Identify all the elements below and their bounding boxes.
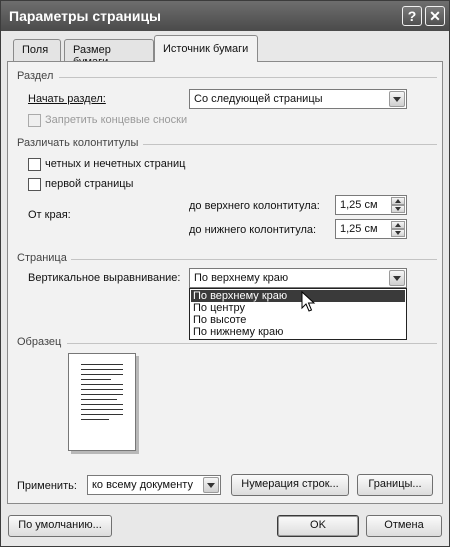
odd-even-label: четных и нечетных страниц (45, 158, 186, 170)
chevron-down-icon[interactable] (389, 91, 405, 107)
preview-page (68, 353, 136, 451)
page-separator (69, 259, 437, 260)
spin-down-icon[interactable] (391, 205, 405, 213)
close-button[interactable]: ✕ (425, 6, 445, 26)
close-icon: ✕ (429, 8, 441, 24)
header-distance-label: до верхнего колонтитула: (189, 200, 320, 212)
ok-button[interactable]: OK (277, 515, 359, 537)
preview-text-line (81, 419, 109, 420)
line-numbers-button[interactable]: Нумерация строк... (231, 474, 349, 496)
mouse-pointer-icon (301, 291, 316, 312)
section-group-title: Раздел (17, 70, 58, 82)
preview-separator (67, 343, 437, 344)
header-distance-spinner[interactable]: 1,25 см (335, 195, 407, 215)
vertical-alignment-select[interactable]: По верхнему краю (189, 268, 407, 288)
preview-text-line (81, 374, 123, 375)
apply-label: Применить: (17, 480, 77, 492)
first-page-label: первой страницы (45, 178, 134, 190)
dropdown-option-center[interactable]: По центру (191, 302, 405, 314)
footer-distance-value: 1,25 см (340, 223, 378, 235)
vertical-alignment-value: По верхнему краю (194, 272, 289, 284)
help-button[interactable]: ? (402, 6, 422, 26)
from-edge-label: От края: (28, 209, 71, 221)
dropdown-option-justified[interactable]: По высоте (191, 314, 405, 326)
set-as-default-button-label: По умолчанию... (18, 519, 102, 531)
tab-margins[interactable]: Поля (13, 39, 61, 61)
spin-up-icon[interactable] (391, 221, 405, 229)
footer-distance-label: до нижнего колонтитула: (189, 224, 317, 236)
spin-up-icon[interactable] (391, 197, 405, 205)
dropdown-option-bottom[interactable]: По нижнему краю (191, 326, 405, 338)
suppress-endnotes-checkbox[interactable] (28, 114, 41, 127)
preview-text-line (81, 379, 111, 380)
odd-even-checkbox[interactable] (28, 158, 41, 171)
cancel-button-label: Отмена (384, 519, 424, 531)
tab-paper-size[interactable]: Размер бумаги (64, 39, 154, 68)
tab-margins-label: Поля (22, 44, 49, 56)
ok-button-label: OK (310, 519, 326, 531)
preview-text-line (81, 384, 123, 385)
preview-text-line (81, 404, 123, 405)
preview-text-line (81, 389, 123, 390)
section-start-label: Начать раздел: (28, 93, 106, 105)
preview-text-line (81, 414, 123, 415)
chevron-down-icon[interactable] (203, 477, 219, 493)
dialog-title: Параметры страницы (9, 8, 162, 24)
preview-text-line (81, 409, 123, 410)
preview-group-title: Образец (17, 336, 66, 348)
preview-text-line (81, 364, 123, 365)
page-group-title: Страница (17, 252, 71, 264)
borders-button[interactable]: Границы... (357, 474, 433, 496)
title-bar[interactable]: Параметры страницы ? ✕ (1, 1, 449, 31)
first-page-checkbox[interactable] (28, 178, 41, 191)
set-as-default-button[interactable]: По умолчанию... (8, 515, 112, 537)
vertical-alignment-dropdown[interactable]: По верхнему краю По центру По высоте По … (189, 288, 407, 340)
help-icon: ? (407, 8, 417, 24)
cancel-button[interactable]: Отмена (366, 515, 442, 537)
borders-button-label: Границы... (368, 478, 422, 490)
preview-text-line (81, 369, 123, 370)
apply-to-value: ко всему документу (92, 479, 193, 491)
preview-text-line (81, 394, 123, 395)
page-setup-dialog: Параметры страницы ? ✕ Поля Размер бумаг… (0, 0, 450, 547)
tab-paper-source[interactable]: Источник бумаги (154, 35, 258, 62)
vertical-alignment-label: Вертикальное выравнивание: (28, 272, 181, 284)
footer-distance-spinner[interactable]: 1,25 см (335, 219, 407, 239)
section-separator (59, 77, 437, 78)
section-start-label-text: Начать раздел: (28, 93, 106, 105)
headers-group-title: Различать колонтитулы (17, 137, 143, 149)
section-start-select[interactable]: Со следующей страницы (189, 89, 407, 109)
suppress-endnotes-label: Запретить концевые сноски (45, 114, 188, 126)
preview-text-line (81, 399, 117, 400)
tab-paper-source-label: Источник бумаги (163, 43, 249, 55)
chevron-down-icon[interactable] (389, 270, 405, 286)
header-distance-value: 1,25 см (340, 199, 378, 211)
apply-to-select[interactable]: ко всему документу (87, 475, 221, 495)
headers-separator (143, 144, 437, 145)
line-numbers-button-label: Нумерация строк... (241, 478, 339, 490)
dropdown-option-top[interactable]: По верхнему краю (191, 290, 405, 302)
section-start-value: Со следующей страницы (194, 93, 323, 105)
spin-down-icon[interactable] (391, 229, 405, 237)
